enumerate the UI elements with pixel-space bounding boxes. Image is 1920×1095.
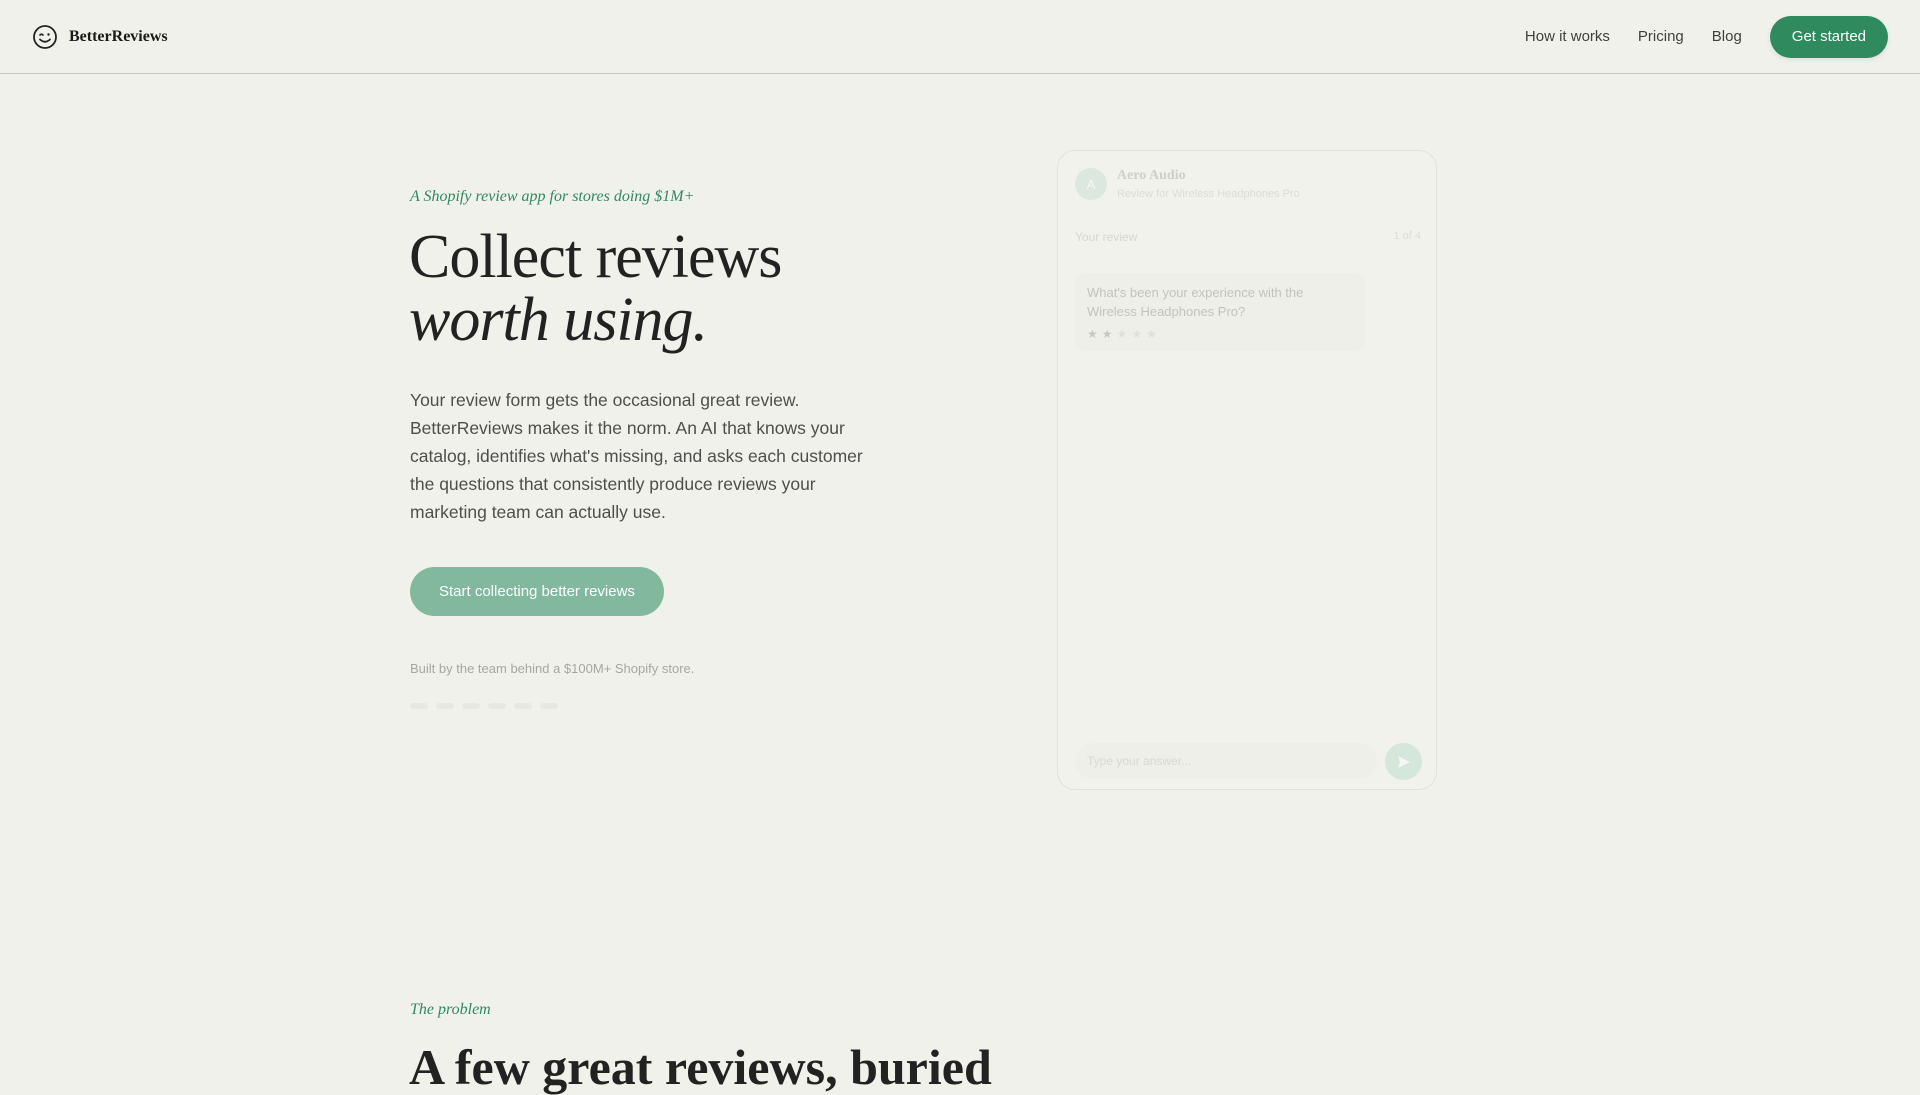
star-icon[interactable]: ★ bbox=[1146, 327, 1161, 341]
question-text: What's been your experience with the Wir… bbox=[1087, 285, 1304, 319]
hero-description: Your review form gets the occasional gre… bbox=[410, 390, 863, 522]
question-bubble: What's been your experience with the Wir… bbox=[1075, 273, 1365, 351]
headline-line-1: Collect reviews bbox=[409, 223, 782, 291]
review-subtitle: Review for Wireless Headphones Pro bbox=[1117, 188, 1300, 200]
nav-link-blog[interactable]: Blog bbox=[1712, 28, 1742, 45]
star-icon[interactable]: ★ bbox=[1117, 327, 1132, 341]
partner-logo bbox=[540, 703, 558, 709]
problem-title: A few great reviews, buried bbox=[409, 1039, 992, 1095]
smiley-wink-icon bbox=[33, 24, 57, 49]
social-proof-text: Built by the team behind a $100M+ Shopif… bbox=[410, 661, 695, 676]
store-name: Aero Audio bbox=[1117, 168, 1186, 183]
partner-logo bbox=[488, 703, 506, 709]
chat-label: Your review bbox=[1075, 230, 1138, 244]
send-arrow-icon bbox=[1397, 755, 1410, 768]
nav-link-how-it-works[interactable]: How it works bbox=[1525, 28, 1610, 45]
hero-eyebrow: A Shopify review app for stores doing $1… bbox=[410, 188, 695, 205]
chat-progress: 1 of 4 bbox=[1393, 230, 1421, 242]
get-started-button[interactable]: Get started bbox=[1769, 15, 1888, 58]
problem-eyebrow: The problem bbox=[410, 1001, 491, 1018]
brand-logo-link[interactable]: BetterReviews bbox=[32, 24, 168, 50]
nav-link-pricing[interactable]: Pricing bbox=[1638, 28, 1684, 45]
partner-logos bbox=[410, 703, 558, 709]
partner-logo bbox=[436, 703, 454, 709]
partner-logo bbox=[462, 703, 480, 709]
star-rating[interactable]: ★★★★★ bbox=[1087, 327, 1353, 341]
star-icon[interactable]: ★ bbox=[1131, 327, 1146, 341]
answer-input[interactable]: Type your answer... bbox=[1075, 743, 1377, 779]
star-icon[interactable]: ★ bbox=[1087, 327, 1102, 341]
star-icon[interactable]: ★ bbox=[1102, 327, 1117, 341]
brand-name: BetterReviews bbox=[69, 27, 168, 45]
review-chat-mockup: A Aero Audio Review for Wireless Headpho… bbox=[1057, 150, 1437, 790]
store-avatar: A bbox=[1075, 168, 1107, 200]
send-button[interactable] bbox=[1385, 743, 1422, 780]
top-nav: BetterReviews How it works Pricing Blog … bbox=[0, 0, 1920, 74]
partner-logo bbox=[514, 703, 532, 709]
start-collecting-button[interactable]: Start collecting better reviews bbox=[410, 567, 664, 616]
partner-logo bbox=[410, 703, 428, 709]
hero-headline: Collect reviews worth using. bbox=[409, 226, 1009, 352]
headline-line-2: worth using. bbox=[409, 286, 708, 354]
nav-links: How it works Pricing Blog Get started bbox=[1525, 15, 1888, 58]
